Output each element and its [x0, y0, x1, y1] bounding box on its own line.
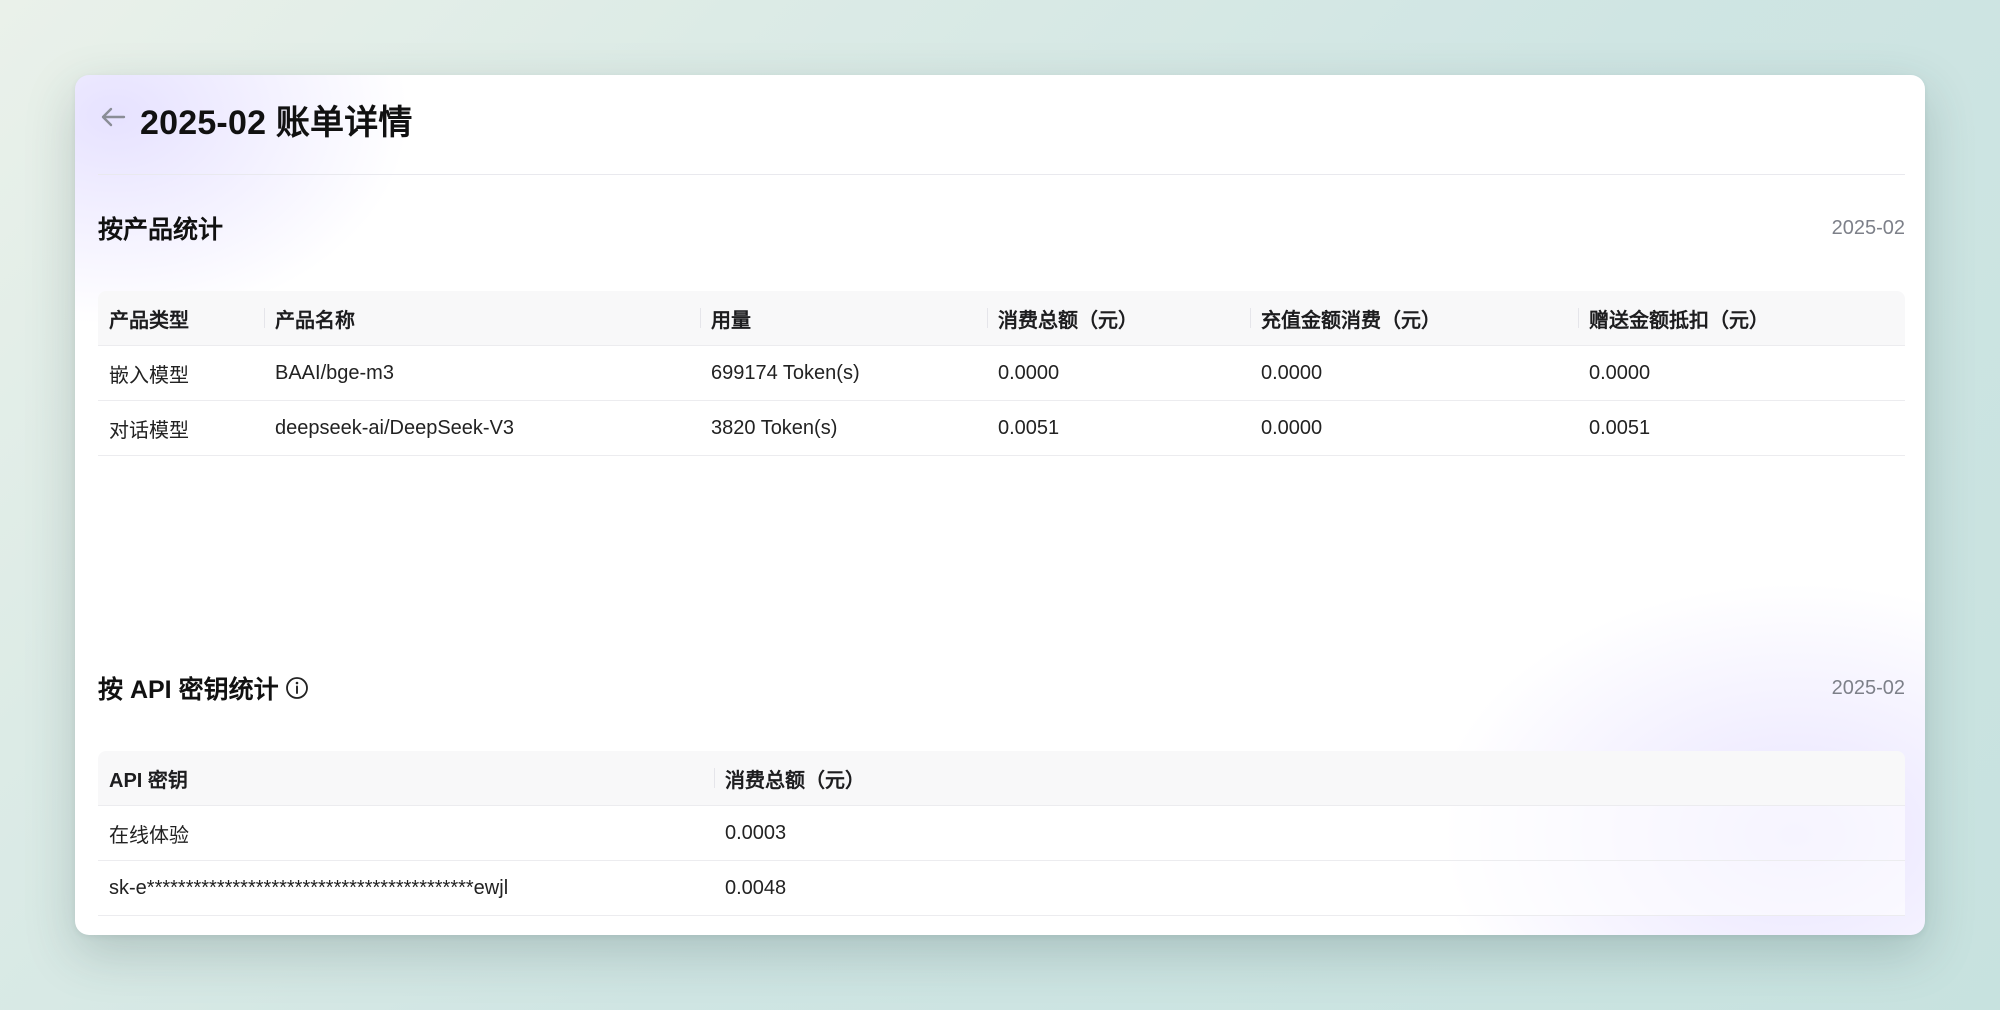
- cell-product-name: deepseek-ai/DeepSeek-V3: [264, 400, 700, 456]
- cell-product-type: 嵌入模型: [98, 345, 264, 401]
- api-key-stats-header: 按 API 密钥统计 2025-02: [98, 668, 1905, 708]
- cell-total-cost: 0.0048: [714, 860, 1905, 916]
- table-header-row: API 密钥 消费总额（元）: [98, 751, 1905, 806]
- cell-product-name: BAAI/bge-m3: [264, 345, 700, 401]
- api-key-stats-section: 按 API 密钥统计 2025-02 API 密钥 消费总额（元） 在线体验 0…: [98, 668, 1905, 916]
- api-key-stats-title: 按 API 密钥统计: [98, 676, 279, 704]
- table-row: 在线体验 0.0003: [98, 805, 1905, 861]
- product-stats-header: 按产品统计 2025-02: [98, 208, 1905, 248]
- product-stats-table: 产品类型 产品名称 用量 消费总额（元） 充值金额消费（元） 赠送金额抵扣（元）…: [98, 291, 1905, 456]
- column-header-product-name[interactable]: 产品名称: [264, 291, 700, 346]
- api-key-stats-table: API 密钥 消费总额（元） 在线体验 0.0003 sk-e*********…: [98, 751, 1905, 916]
- cell-total-cost: 0.0003: [714, 805, 1905, 861]
- cell-usage: 3820 Token(s): [700, 400, 987, 456]
- page-header: 2025-02 账单详情: [98, 75, 1905, 175]
- cell-total-cost: 0.0000: [987, 345, 1250, 401]
- cell-recharge-cost: 0.0000: [1250, 400, 1578, 456]
- cell-gift-deduction: 0.0000: [1578, 345, 1905, 401]
- column-header-total-cost[interactable]: 消费总额（元）: [714, 751, 1905, 806]
- bill-detail-window: 2025-02 账单详情 按产品统计 2025-02 产品类型 产品名称 用量: [75, 75, 1925, 935]
- cell-api-key: 在线体验: [98, 805, 714, 861]
- table-row: 对话模型 deepseek-ai/DeepSeek-V3 3820 Token(…: [98, 400, 1905, 456]
- cell-gift-deduction: 0.0051: [1578, 400, 1905, 456]
- api-key-stats-date: 2025-02: [1831, 676, 1905, 699]
- back-button[interactable]: [98, 105, 128, 135]
- cell-product-type: 对话模型: [98, 400, 264, 456]
- column-header-product-type[interactable]: 产品类型: [98, 291, 264, 346]
- column-header-api-key[interactable]: API 密钥: [98, 751, 714, 806]
- column-header-recharge-cost[interactable]: 充值金额消费（元）: [1250, 291, 1578, 346]
- product-stats-section: 按产品统计 2025-02 产品类型 产品名称 用量 消费总额（元） 充值金额消…: [98, 208, 1905, 456]
- cell-usage: 699174 Token(s): [700, 345, 987, 401]
- arrow-left-icon: [100, 106, 126, 133]
- column-header-gift-deduction[interactable]: 赠送金额抵扣（元）: [1578, 291, 1905, 346]
- cell-api-key: sk-e************************************…: [98, 860, 714, 916]
- table-row: 嵌入模型 BAAI/bge-m3 699174 Token(s) 0.0000 …: [98, 345, 1905, 401]
- cell-recharge-cost: 0.0000: [1250, 345, 1578, 401]
- table-row: sk-e************************************…: [98, 860, 1905, 916]
- api-key-stats-title-wrap: 按 API 密钥统计: [98, 670, 309, 706]
- product-stats-title: 按产品统计: [98, 216, 224, 244]
- column-header-usage[interactable]: 用量: [700, 291, 987, 346]
- page-title: 2025-02 账单详情: [140, 104, 413, 142]
- table-header-row: 产品类型 产品名称 用量 消费总额（元） 充值金额消费（元） 赠送金额抵扣（元）: [98, 291, 1905, 346]
- info-icon[interactable]: [285, 676, 309, 700]
- cell-total-cost: 0.0051: [987, 400, 1250, 456]
- column-header-total-cost[interactable]: 消费总额（元）: [987, 291, 1250, 346]
- product-stats-date: 2025-02: [1831, 216, 1905, 239]
